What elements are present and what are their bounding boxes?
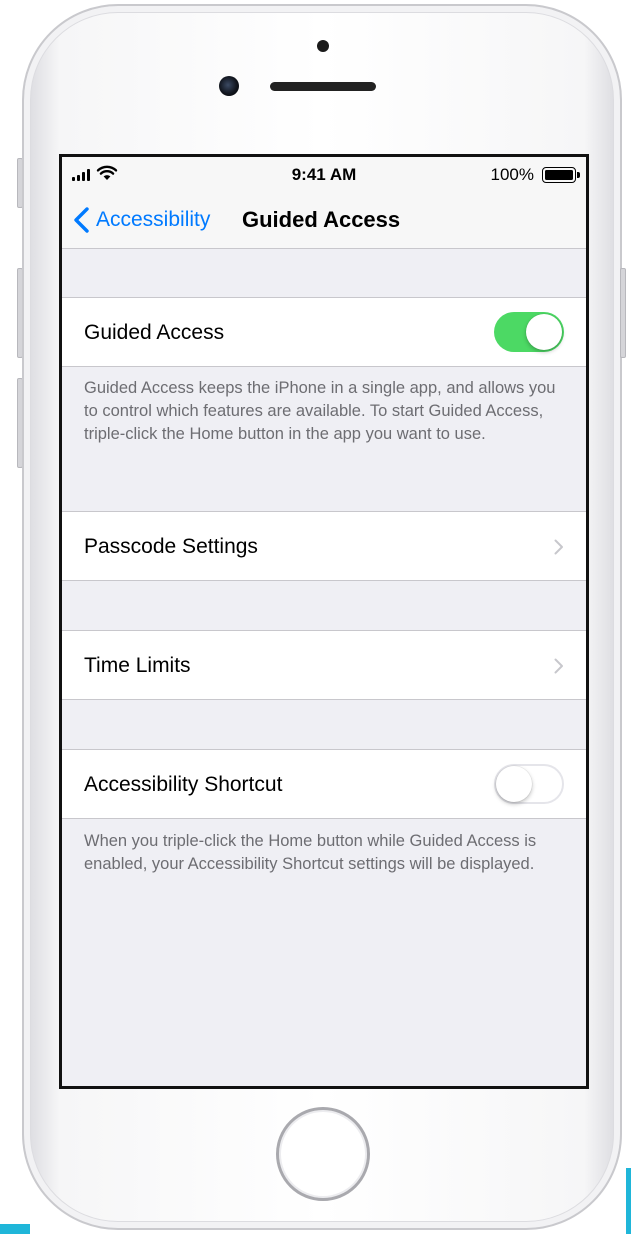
accessibility-shortcut-toggle[interactable] [494,764,564,804]
guided-access-footer: Guided Access keeps the iPhone in a sing… [84,379,556,443]
accessibility-shortcut-label: Accessibility Shortcut [84,773,283,796]
chevron-right-icon [554,658,563,674]
passcode-settings-row[interactable]: Passcode Settings [62,511,586,581]
passcode-settings-label: Passcode Settings [84,535,258,558]
toggle-knob [526,314,562,350]
guided-access-label: Guided Access [84,321,225,344]
back-label: Accessibility [96,208,211,231]
accessibility-shortcut-footer: When you triple-click the Home button wh… [84,832,537,873]
proximity-sensor [317,40,329,52]
chevron-left-icon [74,207,89,233]
toggle-knob [496,766,532,802]
corner-accent-left [0,1224,30,1234]
front-camera [219,76,239,96]
status-bar: 9:41 AM 100% [62,157,586,193]
navigation-bar: Accessibility Guided Access [62,193,586,249]
guided-access-toggle[interactable] [494,312,564,352]
time-limits-row[interactable]: Time Limits [62,630,586,700]
page-title: Guided Access [242,207,401,232]
battery-icon [542,167,580,183]
back-button[interactable]: Accessibility [72,203,210,237]
accessibility-shortcut-row: Accessibility Shortcut [62,749,586,819]
guided-access-row: Guided Access [62,297,586,367]
screen: 9:41 AM 100% Accessibility Guided Access… [59,154,589,1089]
time-limits-label: Time Limits [84,654,191,677]
power-button [620,268,626,358]
battery-percent: 100% [490,165,534,184]
home-button[interactable] [276,1107,370,1201]
chevron-right-icon [554,539,563,555]
earpiece-speaker [270,82,376,91]
corner-accent-right [626,1168,631,1234]
